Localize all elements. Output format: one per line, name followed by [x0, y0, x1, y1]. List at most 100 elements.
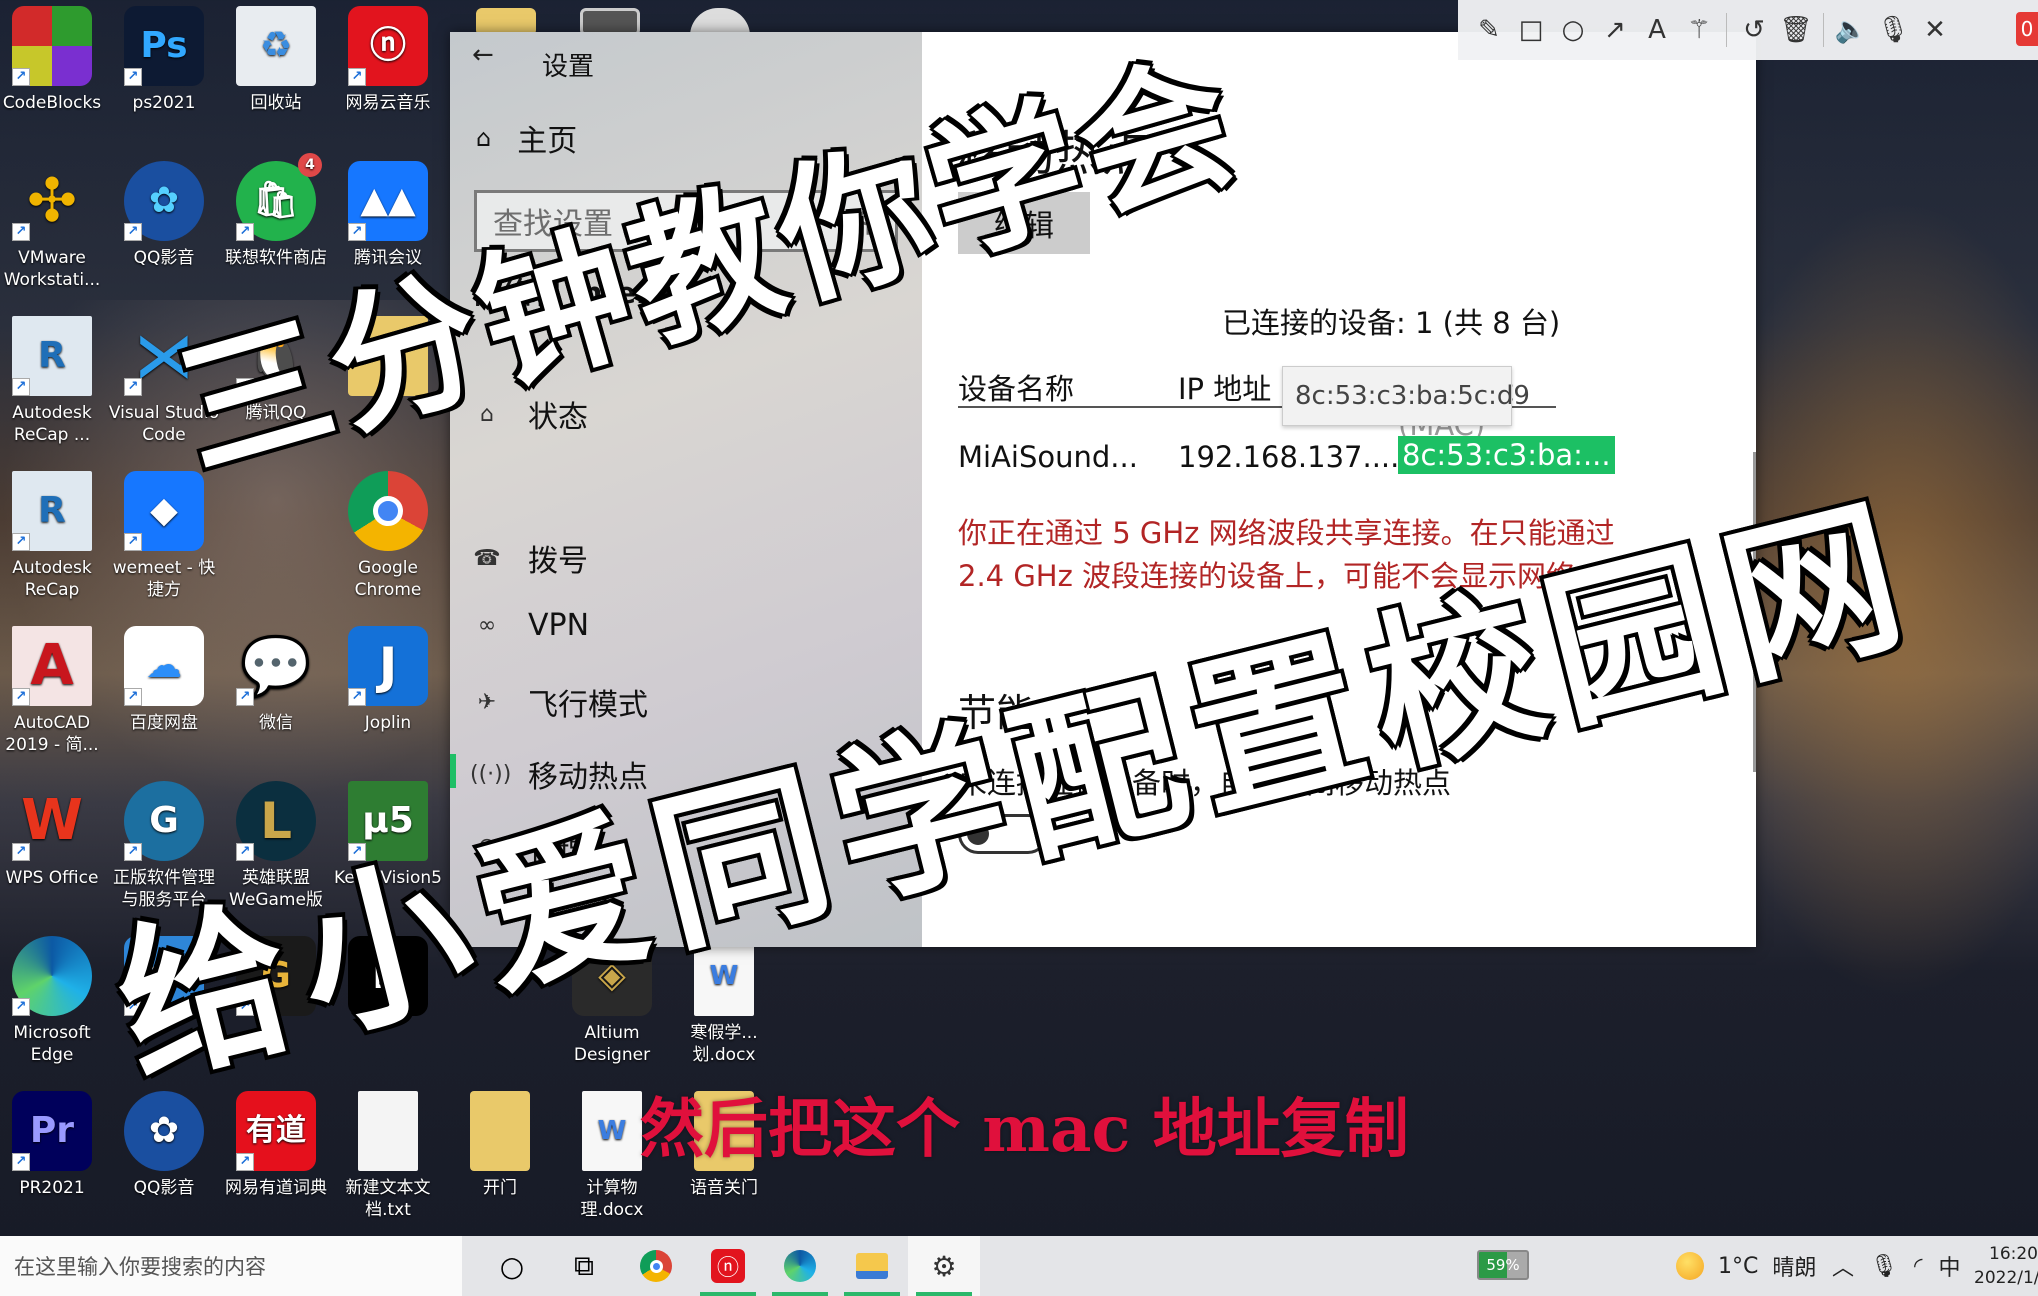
- desktop-icon-codeblocks[interactable]: ↗ CodeBlocks: [0, 0, 108, 114]
- clock-time: 16:20: [1989, 1244, 2038, 1264]
- desktop-icon-recycle-bin[interactable]: ♻ 回收站: [220, 0, 332, 114]
- icon-label: 网易云音乐: [345, 93, 431, 113]
- taskbar-settings[interactable]: ⚙: [908, 1236, 980, 1296]
- nav-home[interactable]: ⌂ 主页: [476, 116, 577, 160]
- desktop-icon-word-doc-2[interactable]: W 寒假学...划.docx: [668, 930, 780, 1066]
- desktop-icon-network-app[interactable]: ⚛ ↗: [108, 930, 220, 1022]
- desktop-icon-folder[interactable]: [332, 310, 444, 402]
- window-title: 设置: [542, 52, 595, 82]
- column-ip: IP 地址: [1178, 372, 1272, 406]
- battery-label: 59%: [1486, 1256, 1520, 1274]
- icon-label: 百度网盘: [130, 713, 198, 733]
- desktop-icon-wps[interactable]: W ↗ WPS Office: [0, 775, 108, 889]
- desktop-icon-tencent-meeting[interactable]: ▲▲ ↗ 腾讯会议: [332, 155, 444, 269]
- desktop-icon-wegame[interactable]: G ↗: [220, 930, 332, 1022]
- scrollbar[interactable]: [1753, 452, 1756, 772]
- taskbar-file-explorer[interactable]: [836, 1236, 908, 1296]
- pencil-icon[interactable]: ✎: [1468, 15, 1510, 45]
- desktop-icon-capcut[interactable]: ⊠: [332, 930, 444, 1022]
- icon-label: 微信: [259, 713, 293, 733]
- battery-indicator[interactable]: 59%: [1477, 1250, 1529, 1280]
- power-saving-toggle[interactable]: [958, 814, 1048, 854]
- circle-icon[interactable]: ○: [1552, 15, 1594, 45]
- nav-section-title: 网络和 Internet: [474, 276, 705, 310]
- edge-icon: ↗: [12, 936, 92, 1016]
- microphone-icon[interactable]: 🎙: [1872, 15, 1914, 45]
- clock-date: 2022/1/...: [1974, 1268, 2038, 1288]
- desktop-icon-lenovo-store[interactable]: 🛍 ↗ 4 联想软件商店: [220, 153, 332, 269]
- task-view-button[interactable]: ⧉: [548, 1236, 620, 1296]
- desktop-icon-recap[interactable]: R ↗ Autodesk ReCap: [0, 465, 108, 601]
- mac-tooltip: 8c:53:c3:ba:5c:d9: [1282, 366, 1530, 426]
- desktop-icon-qq-player[interactable]: ✿ ↗ QQ影音: [108, 155, 220, 269]
- record-badge[interactable]: 0: [2016, 12, 2038, 46]
- dialup-icon: ☎: [473, 545, 501, 571]
- clock[interactable]: 16:20 2022/1/...: [1974, 1242, 2038, 1290]
- capcut-icon: ⊠: [348, 936, 428, 1016]
- desktop-icon-qq[interactable]: 🐧 ↗ 腾讯QQ: [220, 310, 332, 424]
- text-icon[interactable]: A: [1636, 15, 1678, 45]
- desktop-icon-text-file[interactable]: 新建文本文档.txt: [332, 1085, 444, 1221]
- nav-item-airplane[interactable]: ✈ 飞行模式: [470, 680, 648, 724]
- nav-item-vpn[interactable]: ∞ VPN: [470, 608, 589, 643]
- qq-icon: 🐧 ↗: [236, 316, 316, 396]
- wifi-icon[interactable]: ◜: [1914, 1254, 1923, 1279]
- chevron-up-icon[interactable]: ︿: [1832, 1250, 1854, 1282]
- desktop-icon-keil[interactable]: μ5 ↗ Keil uVision5: [332, 775, 444, 889]
- arrow-icon[interactable]: ↗: [1594, 15, 1636, 45]
- nav-item-proxy[interactable]: ⊕ 代理: [470, 824, 588, 868]
- vscode-icon: ⋊ ↗: [124, 316, 204, 396]
- desktop-icon-altium[interactable]: ◈ Altium Designer: [556, 930, 668, 1066]
- back-button[interactable]: ←: [472, 40, 494, 70]
- settings-content: 移动热点 编辑 已连接的设备: 1 (共 8 台) 设备名称 IP 地址 物理地…: [922, 32, 1756, 947]
- desktop-icon-wemeet[interactable]: ◆ ↗ wemeet - 快捷方: [108, 465, 220, 601]
- taskbar-chrome[interactable]: [620, 1236, 692, 1296]
- nav-item-hotspot[interactable]: ((·)) 移动热点: [470, 752, 648, 796]
- desktop-icon-lol[interactable]: L ↗ 英雄联盟 WeGame版: [220, 775, 332, 911]
- desktop-icon-edge[interactable]: ↗ Microsoft Edge: [0, 930, 108, 1066]
- wemeet-icon: ◆ ↗: [124, 471, 204, 551]
- icon-label: Autodesk ReCap: [12, 558, 92, 600]
- recap-photo-icon: R ↗: [12, 316, 92, 396]
- speaker-icon[interactable]: 🔈: [1830, 15, 1872, 45]
- desktop-icon-qq-player-2[interactable]: ✿ QQ影音: [108, 1085, 220, 1199]
- weather-desc: 晴朗: [1772, 1256, 1817, 1281]
- taskbar-search-input[interactable]: 在这里输入你要搜索的内容: [0, 1236, 462, 1296]
- desktop-icon-ps2021[interactable]: Ps ↗ ps2021: [108, 0, 220, 114]
- settings-search-input[interactable]: 查找设置 ⚲: [474, 190, 898, 252]
- desktop-icon-folder-kaimen[interactable]: 开门: [444, 1085, 556, 1199]
- trash-icon[interactable]: 🗑: [1775, 15, 1817, 45]
- desktop-icon-chrome[interactable]: Google Chrome: [332, 465, 444, 601]
- desktop-icon-recap-photo[interactable]: R ↗ Autodesk ReCap ...: [0, 310, 108, 446]
- nav-item-status[interactable]: ⌂ 状态: [470, 392, 588, 436]
- undo-icon[interactable]: ↺: [1733, 15, 1775, 45]
- desktop-icon-baidu-netdisk[interactable]: ☁ ↗ 百度网盘: [108, 620, 220, 734]
- desktop-icon-youdao[interactable]: 有道 ↗ 网易有道词典: [220, 1085, 332, 1199]
- nav-item-dialup[interactable]: ☎ 拨号: [470, 536, 588, 580]
- ime-indicator[interactable]: 中: [1938, 1250, 1960, 1282]
- desktop-icon-autocad[interactable]: A ↗ AutoCAD 2019 - 简...: [0, 620, 108, 756]
- weather-widget[interactable]: 1°C 晴朗: [1676, 1236, 1816, 1296]
- power-saving-heading: 节能: [958, 691, 1035, 735]
- taskbar-edge[interactable]: [764, 1236, 836, 1296]
- text-file-icon: [358, 1091, 418, 1171]
- mac-cell-selected[interactable]: 8c:53:c3:ba:...: [1398, 436, 1615, 474]
- desktop-icon-joplin[interactable]: J ↗ Joplin: [332, 620, 444, 734]
- settings-window: ← 设置 ⌂ 主页 查找设置 ⚲ 网络和 Internet ⌂ 状态 ☎ 拨号 …: [450, 32, 1756, 947]
- desktop-icon-vscode[interactable]: ⋊ ↗ Visual Studio Code: [108, 310, 220, 446]
- microphone-icon[interactable]: 🎙: [1870, 1254, 1898, 1279]
- task-view-icon: ⧉: [574, 1249, 594, 1282]
- cortana-button[interactable]: ○: [476, 1236, 548, 1296]
- rectangle-icon[interactable]: □: [1510, 15, 1552, 45]
- desktop-icon-vmware[interactable]: ✣ ↗ VMware Workstati...: [0, 155, 108, 291]
- icon-label: 新建文本文档.txt: [345, 1178, 431, 1220]
- desktop-icon-software-manager[interactable]: G ↗ 正版软件管理与服务平台: [108, 775, 220, 911]
- edit-button[interactable]: 编辑: [958, 192, 1090, 254]
- close-icon[interactable]: ✕: [1914, 15, 1956, 45]
- home-icon: ⌂: [476, 124, 492, 152]
- magic-wand-icon[interactable]: ⚚: [1678, 15, 1720, 45]
- desktop-icon-netease-music[interactable]: ⓝ ↗ 网易云音乐: [332, 0, 444, 114]
- desktop-icon-wechat[interactable]: 💬 ↗ 微信: [220, 620, 332, 734]
- taskbar-netease-music[interactable]: ⓝ: [692, 1236, 764, 1296]
- desktop-icon-premiere[interactable]: Pr ↗ PR2021: [0, 1085, 108, 1199]
